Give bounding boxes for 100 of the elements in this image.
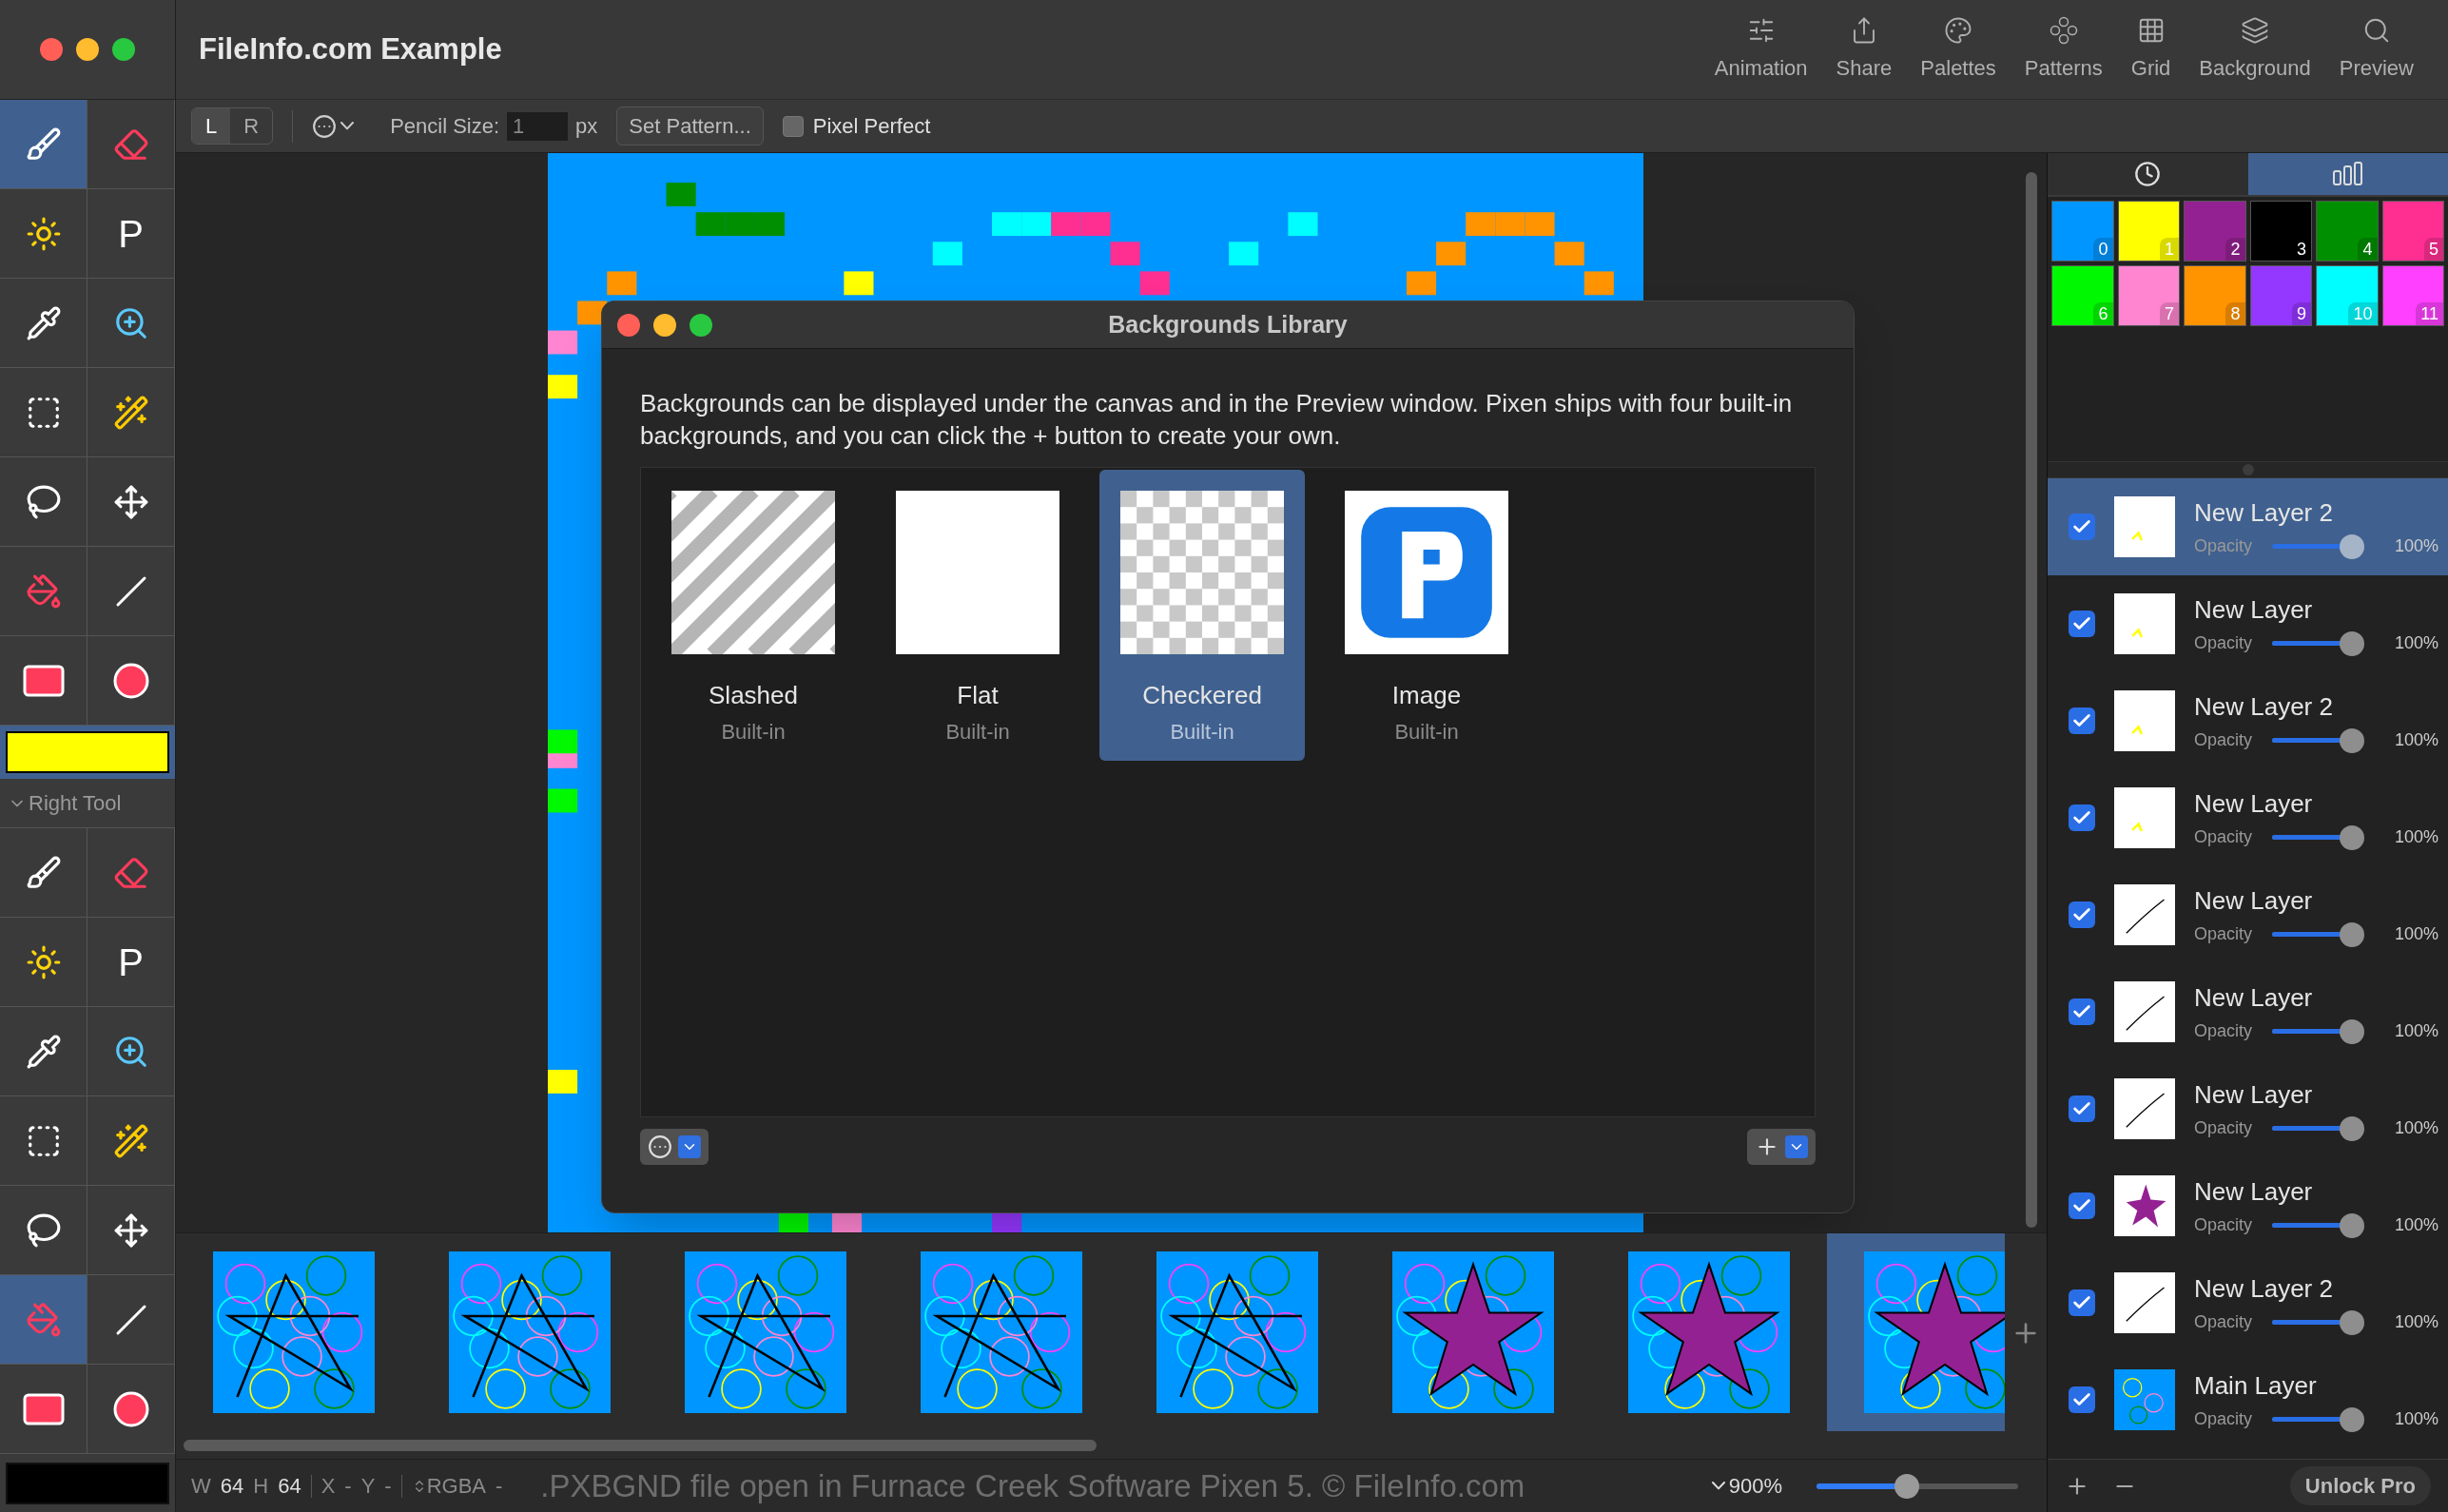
- set-pattern-button[interactable]: Set Pattern...: [616, 107, 764, 145]
- side-panel-tab[interactable]: [2048, 153, 2248, 195]
- palette-swatch[interactable]: 11: [2381, 265, 2444, 326]
- tool-button[interactable]: [0, 636, 87, 726]
- background-item[interactable]: Checkered Built-in: [1099, 470, 1305, 761]
- paint-bucket-icon: [25, 1301, 62, 1338]
- dialog-zoom-button[interactable]: [690, 313, 712, 337]
- layer-visibility-checkbox[interactable]: [2069, 1095, 2095, 1122]
- add-background-button[interactable]: [1747, 1129, 1816, 1165]
- opacity-slider-thumb[interactable]: [2340, 1116, 2365, 1141]
- animation-frame[interactable]: [1827, 1233, 2005, 1431]
- opacity-slider-thumb[interactable]: [2340, 1213, 2365, 1238]
- pixel-perfect-checkbox[interactable]: Pixel Perfect: [782, 110, 931, 142]
- layer-row[interactable]: New Layer 2 Opacity 100%: [2048, 1254, 2448, 1351]
- toolbar-button[interactable]: Preview: [2327, 15, 2425, 84]
- tool-button[interactable]: [0, 100, 87, 189]
- close-window-button[interactable]: [40, 38, 63, 61]
- layer-visibility-checkbox[interactable]: [2069, 901, 2095, 928]
- layer-row[interactable]: New Layer Opacity 100%: [2048, 769, 2448, 866]
- tool-button[interactable]: [0, 368, 87, 457]
- layer-row[interactable]: New Layer Opacity 100%: [2048, 575, 2448, 672]
- action-menu-button[interactable]: [640, 1129, 709, 1165]
- tool-button[interactable]: [0, 279, 87, 368]
- toolbar-button[interactable]: Palettes: [1909, 15, 2008, 84]
- dialog-minimize-button[interactable]: [653, 313, 676, 337]
- layer-visibility-checkbox[interactable]: [2069, 611, 2095, 637]
- opacity-slider-thumb[interactable]: [2340, 922, 2365, 947]
- layer-row[interactable]: New Layer Opacity 100%: [2048, 1157, 2448, 1254]
- layer-visibility-checkbox[interactable]: [2069, 1289, 2095, 1316]
- tool-button[interactable]: [0, 457, 87, 547]
- layer-visibility-checkbox[interactable]: [2069, 1192, 2095, 1219]
- dialog-close-button[interactable]: [617, 313, 640, 337]
- toolbar-button[interactable]: Grid: [2119, 15, 2183, 84]
- layer-row[interactable]: Main Layer Opacity 100%: [2048, 1351, 2448, 1448]
- opacity-label: Opacity: [2194, 1020, 2253, 1042]
- palette-swatch[interactable]: 4: [2316, 201, 2379, 262]
- tool-button[interactable]: [0, 1007, 87, 1096]
- tool-button[interactable]: [0, 1096, 87, 1186]
- opacity-slider-thumb[interactable]: [2340, 631, 2365, 656]
- left-tool-color-swatch[interactable]: [6, 731, 169, 773]
- opacity-slider-thumb[interactable]: [2340, 534, 2365, 559]
- color-mode-selector[interactable]: RGBA: [411, 1470, 486, 1502]
- palette-swatch[interactable]: 8: [2184, 265, 2246, 326]
- toolbar-button[interactable]: Patterns: [2012, 15, 2114, 84]
- palette-swatch[interactable]: 7: [2117, 265, 2180, 326]
- tool-button[interactable]: P: [87, 189, 175, 279]
- layer-row[interactable]: New Layer Opacity 100%: [2048, 866, 2448, 963]
- horizontal-scrollbar[interactable]: [184, 1440, 1097, 1451]
- palette-swatch[interactable]: 9: [2249, 265, 2312, 326]
- tool-button[interactable]: [87, 279, 175, 368]
- layer-row[interactable]: New Layer Opacity 100%: [2048, 1060, 2448, 1157]
- zoom-selector[interactable]: 900%: [1711, 1470, 1782, 1502]
- side-panel-tab[interactable]: [2247, 153, 2448, 195]
- tool-button[interactable]: [0, 189, 87, 279]
- opacity-slider-thumb[interactable]: [2340, 1019, 2365, 1044]
- zoom-slider-thumb[interactable]: [1894, 1473, 1920, 1499]
- opacity-slider-thumb[interactable]: [2340, 1310, 2365, 1335]
- tool-button[interactable]: [0, 1365, 87, 1454]
- more-options-button[interactable]: [312, 113, 355, 139]
- layer-visibility-checkbox[interactable]: [2069, 804, 2095, 831]
- palette-swatch[interactable]: 5: [2381, 201, 2444, 262]
- layer-row[interactable]: New Layer Opacity 100%: [2048, 963, 2448, 1060]
- tool-button[interactable]: [87, 1096, 175, 1186]
- swatch-index: 6: [2093, 302, 2113, 325]
- minimize-window-button[interactable]: [76, 38, 99, 61]
- toolbar-button[interactable]: Animation: [1702, 15, 1819, 84]
- tool-button[interactable]: [87, 636, 175, 726]
- layer-visibility-checkbox[interactable]: [2069, 1386, 2095, 1413]
- right-tool-color-swatch[interactable]: [6, 1462, 169, 1504]
- pencil-size-field[interactable]: 1: [507, 111, 569, 141]
- tool-button[interactable]: [87, 1007, 175, 1096]
- vertical-scrollbar[interactable]: [2026, 172, 2037, 1228]
- layer-visibility-checkbox[interactable]: [2069, 998, 2095, 1025]
- palette-swatch[interactable]: 2: [2184, 201, 2246, 262]
- background-item[interactable]: Image Built-in: [1324, 470, 1529, 761]
- side-segment[interactable]: R: [230, 108, 273, 144]
- toolbar-button[interactable]: Background: [2187, 15, 2322, 84]
- layer-visibility-checkbox[interactable]: [2069, 514, 2095, 540]
- tool-button[interactable]: [0, 828, 87, 918]
- toolbar-button[interactable]: Share: [1824, 15, 1904, 84]
- side-segment[interactable]: L: [192, 108, 231, 144]
- palette-swatch[interactable]: 0: [2051, 201, 2114, 262]
- opacity-slider-thumb[interactable]: [2340, 728, 2365, 753]
- layer-row[interactable]: New Layer 2 Opacity 100%: [2048, 478, 2448, 575]
- background-item[interactable]: Flat Built-in: [875, 470, 1080, 761]
- tool-button[interactable]: P: [87, 918, 175, 1007]
- zoom-window-button[interactable]: [112, 38, 135, 61]
- tool-button[interactable]: [0, 918, 87, 1007]
- tool-button[interactable]: [0, 1186, 87, 1275]
- layer-visibility-checkbox[interactable]: [2069, 708, 2095, 734]
- tool-button[interactable]: [87, 1365, 175, 1454]
- tool-button[interactable]: [87, 457, 175, 547]
- palette-swatch[interactable]: 3: [2249, 201, 2312, 262]
- tool-button[interactable]: [87, 1186, 175, 1275]
- layer-name: New Layer: [2194, 1175, 2314, 1208]
- opacity-slider-thumb[interactable]: [2340, 1407, 2365, 1432]
- layer-row[interactable]: New Layer 2 Opacity 100%: [2048, 672, 2448, 769]
- opacity-slider-thumb[interactable]: [2340, 825, 2365, 850]
- tool-button[interactable]: [87, 368, 175, 457]
- unlock-pro-button[interactable]: Unlock Pro: [2289, 1466, 2431, 1505]
